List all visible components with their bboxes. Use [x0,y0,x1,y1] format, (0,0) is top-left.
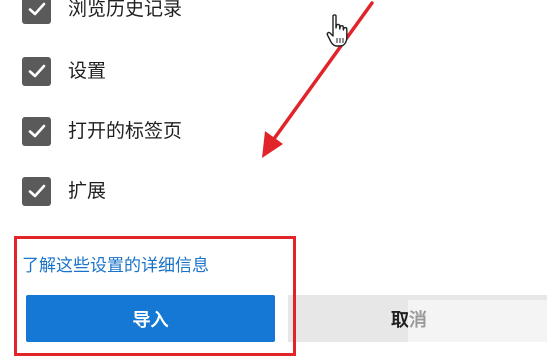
settings-checkbox[interactable] [22,56,51,86]
open-tabs-label: 打开的标签页 [68,119,183,142]
option-browsing-history[interactable]: 浏览历史记录 [22,0,182,25]
settings-label: 设置 [68,59,107,82]
option-open-tabs[interactable]: 打开的标签页 [22,115,182,147]
import-button[interactable]: 导入 [26,295,275,342]
cancel-button[interactable]: 取消 [288,295,547,342]
extensions-label: 扩展 [68,179,107,202]
open-tabs-checkbox[interactable] [22,116,51,146]
learn-more-link[interactable]: 了解这些设置的详细信息 [22,258,209,275]
browsing-history-checkbox[interactable] [22,0,51,24]
browsing-history-label: 浏览历史记录 [68,0,183,20]
hand-pointer-icon [326,14,348,47]
check-icon [28,124,45,138]
check-icon [28,64,45,78]
option-extensions[interactable]: 扩展 [22,175,106,207]
check-icon [28,184,45,198]
extensions-checkbox[interactable] [22,176,51,206]
check-icon [28,2,45,16]
option-settings[interactable]: 设置 [22,55,106,87]
annotation-arrow [262,1,374,158]
